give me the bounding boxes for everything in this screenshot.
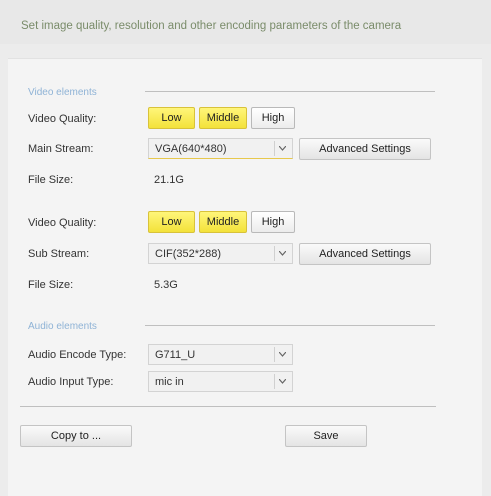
page-description: Set image quality, resolution and other … (21, 20, 402, 32)
audio-input-value: mic in (155, 375, 184, 388)
sub-advanced-settings-button[interactable]: Advanced Settings (299, 243, 431, 265)
main-stream-label: Main Stream: (28, 143, 94, 155)
audio-encode-select[interactable]: G711_U (148, 344, 293, 365)
settings-panel: Video elements Video Quality: Low Middle… (8, 58, 482, 496)
footer-divider (20, 406, 436, 407)
audio-input-select[interactable]: mic in (148, 371, 293, 392)
chevron-down-icon (274, 347, 290, 362)
main-file-size-label: File Size: (28, 174, 74, 186)
main-quality-high-button[interactable]: High (251, 107, 295, 129)
main-quality-middle-button[interactable]: Middle (199, 107, 247, 129)
main-file-size-value: 21.1G (154, 174, 184, 186)
sub-quality-low-button[interactable]: Low (148, 211, 195, 233)
header-bar: Set image quality, resolution and other … (0, 0, 491, 44)
audio-encode-label: Audio Encode Type: (28, 349, 127, 361)
sub-file-size-value: 5.3G (154, 279, 178, 291)
sub-file-size-label: File Size: (28, 279, 74, 291)
sub-quality-middle-button[interactable]: Middle (199, 211, 247, 233)
main-quality-low-button[interactable]: Low (148, 107, 195, 129)
save-button[interactable]: Save (285, 425, 367, 447)
chevron-down-icon (274, 374, 290, 389)
main-stream-select[interactable]: VGA(640*480) (148, 138, 293, 159)
audio-section-divider (145, 325, 435, 326)
copy-to-button[interactable]: Copy to ... (20, 425, 132, 447)
main-advanced-settings-button[interactable]: Advanced Settings (299, 138, 431, 160)
main-stream-value: VGA(640*480) (155, 142, 227, 155)
sub-video-quality-label: Video Quality: (28, 217, 97, 229)
chevron-down-icon (274, 141, 290, 156)
audio-section-title: Audio elements (28, 321, 97, 332)
sub-stream-label: Sub Stream: (28, 248, 90, 260)
main-video-quality-label: Video Quality: (28, 113, 97, 125)
chevron-down-icon (274, 246, 290, 261)
audio-encode-value: G711_U (155, 348, 196, 361)
sub-stream-select[interactable]: CIF(352*288) (148, 243, 293, 264)
audio-input-label: Audio Input Type: (28, 376, 114, 388)
video-section-divider (145, 91, 435, 92)
sub-stream-value: CIF(352*288) (155, 247, 222, 260)
sub-quality-high-button[interactable]: High (251, 211, 295, 233)
video-section-title: Video elements (28, 87, 97, 98)
